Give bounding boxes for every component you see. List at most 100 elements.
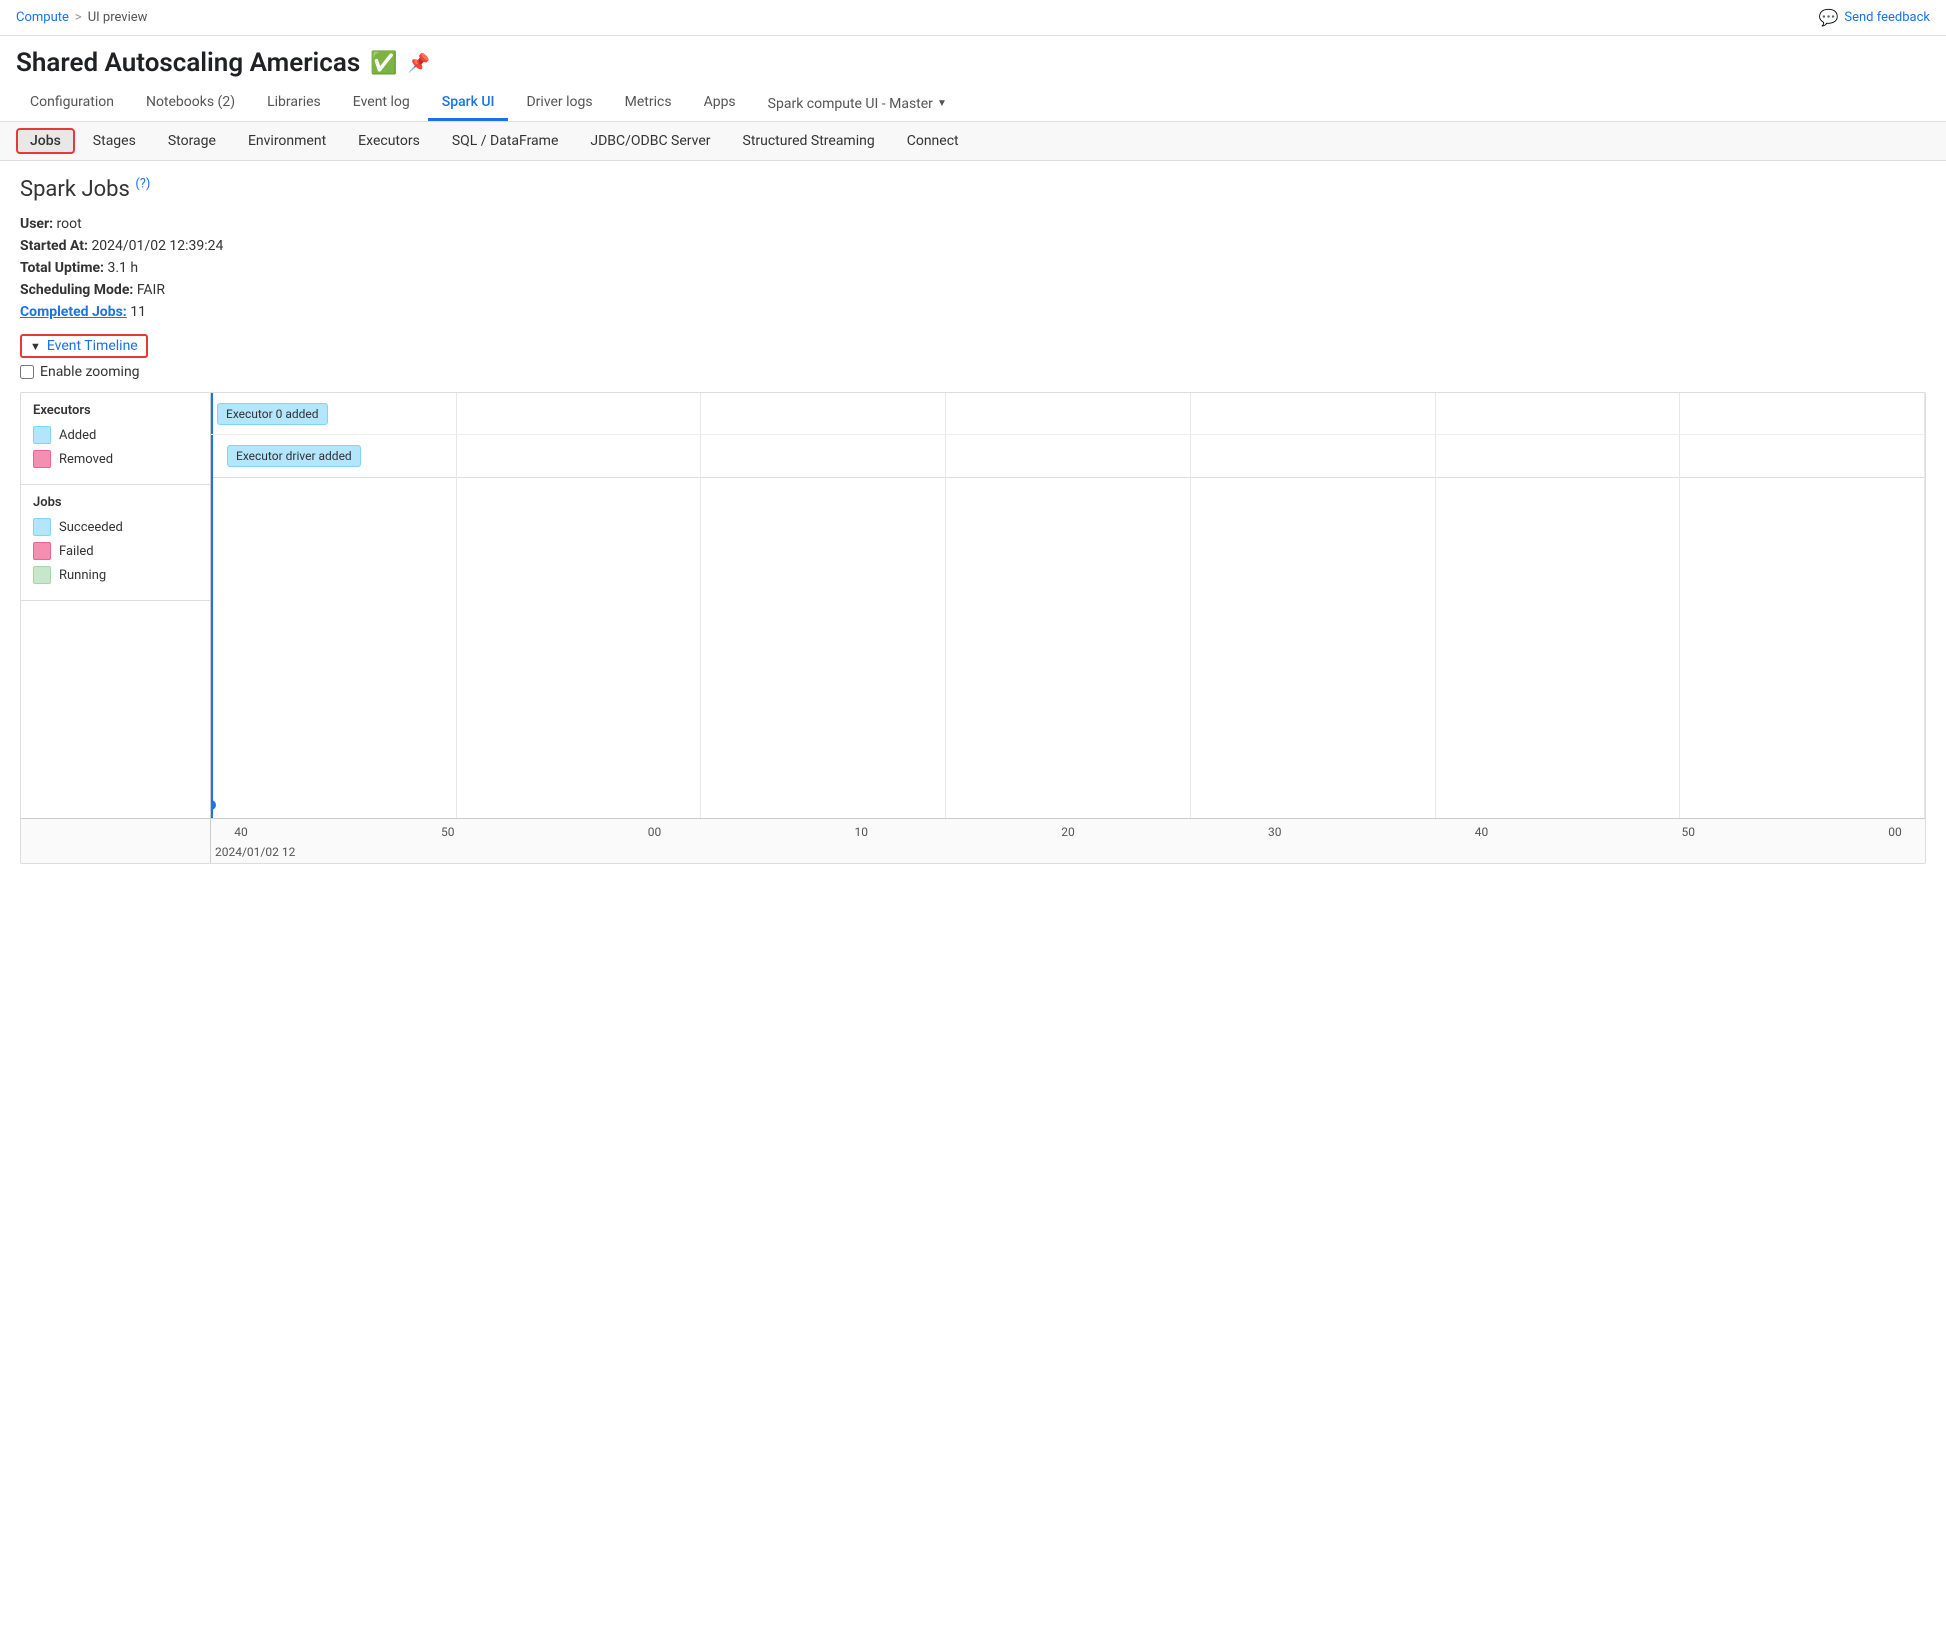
nav-tab-spark-ui[interactable]: Spark UI — [428, 86, 509, 121]
breadcrumb-bar: Compute > UI preview 💬 Send feedback — [0, 0, 1946, 36]
scheduling-value: FAIR — [137, 282, 165, 298]
legend-removed-color — [33, 450, 51, 468]
legend-running: Running — [33, 566, 198, 584]
timeline-axis: 40 50 00 10 20 30 40 50 00 2024/01/02 12 — [21, 818, 1925, 863]
started-label: Started At: — [20, 238, 88, 254]
spark-nav-jobs[interactable]: Jobs — [16, 128, 75, 154]
spark-nav-connect[interactable]: Connect — [893, 128, 973, 154]
jobs-grid-line-2 — [456, 478, 457, 818]
content-area: Spark Jobs (?) User: root Started At: 20… — [0, 161, 1946, 880]
uptime-info: Total Uptime: 3.1 h — [20, 260, 1926, 276]
nav-tab-driver-logs[interactable]: Driver logs — [512, 86, 606, 121]
send-feedback-link[interactable]: 💬 Send feedback — [1818, 8, 1930, 27]
pin-icon[interactable]: 📌 — [408, 53, 430, 74]
jobs-grid-line-6 — [1435, 478, 1436, 818]
page-title: Shared Autoscaling Americas — [16, 48, 360, 78]
completed-jobs-count-value: 11 — [130, 304, 146, 320]
legend-added-label: Added — [59, 428, 96, 443]
legend-succeeded: Succeeded — [33, 518, 198, 536]
axis-tick-7: 50 — [1658, 825, 1718, 839]
spark-jobs-section: Spark Jobs (?) — [20, 177, 1926, 202]
spark-nav-environment[interactable]: Environment — [234, 128, 340, 154]
timeline-dot — [211, 800, 216, 810]
nav-tab-libraries[interactable]: Libraries — [253, 86, 335, 121]
spark-nav-stages[interactable]: Stages — [79, 128, 150, 154]
page-header: Shared Autoscaling Americas ✅ 📌 — [0, 36, 1946, 86]
breadcrumb-separator: > — [75, 10, 82, 25]
jobs-grid-line-7 — [1679, 478, 1680, 818]
jobs-grid-line-8 — [1924, 478, 1925, 818]
spark-nav-executors[interactable]: Executors — [344, 128, 434, 154]
legend-added-color — [33, 426, 51, 444]
legend-removed-label: Removed — [59, 452, 113, 467]
spark-nav-structured-streaming[interactable]: Structured Streaming — [729, 128, 889, 154]
axis-tick-3: 10 — [831, 825, 891, 839]
nav-tab-metrics[interactable]: Metrics — [611, 86, 686, 121]
user-info: User: root — [20, 216, 1926, 232]
axis-tick-1: 50 — [418, 825, 478, 839]
jobs-grid-line-5 — [1190, 478, 1191, 818]
axis-tick-5: 30 — [1245, 825, 1305, 839]
axis-spacer — [21, 819, 211, 863]
help-tooltip-icon[interactable]: (?) — [135, 177, 150, 192]
scheduling-label: Scheduling Mode: — [20, 282, 133, 298]
legend-succeeded-label: Succeeded — [59, 520, 123, 535]
legend-failed-color — [33, 542, 51, 560]
axis-ticks-area: 40 50 00 10 20 30 40 50 00 2024/01/02 12 — [211, 819, 1925, 863]
jobs-rows — [211, 478, 1925, 818]
nav-tab-notebooks[interactable]: Notebooks (2) — [132, 86, 249, 121]
completed-jobs-link[interactable]: Completed Jobs: — [20, 304, 127, 320]
jobs-grid-line-3 — [700, 478, 701, 818]
axis-ticks: 40 50 00 10 20 30 40 50 00 — [211, 819, 1925, 845]
primary-nav: Configuration Notebooks (2) Libraries Ev… — [0, 86, 1946, 122]
timeline-content: Executor 0 added Executor driver added — [211, 393, 1925, 818]
legend-removed: Removed — [33, 450, 198, 468]
spark-jobs-title: Spark Jobs (?) — [20, 177, 150, 202]
spark-nav-jdbc-odbc[interactable]: JDBC/ODBC Server — [576, 128, 724, 154]
secondary-nav: Jobs Stages Storage Environment Executor… — [0, 122, 1946, 161]
started-at-info: Started At: 2024/01/02 12:39:24 — [20, 238, 1926, 254]
spark-nav-sql-dataframe[interactable]: SQL / DataFrame — [438, 128, 573, 154]
spark-compute-ui-dropdown[interactable]: Spark compute UI - Master ▼ — [754, 88, 961, 120]
executors-legend-title: Executors — [33, 403, 198, 418]
legend-running-color — [33, 566, 51, 584]
user-value: root — [57, 216, 82, 232]
executor-row-driver: Executor driver added — [211, 435, 1925, 477]
nav-tab-event-log[interactable]: Event log — [339, 86, 424, 121]
timeline-grid: Executors Added Removed Jobs Suc — [21, 393, 1925, 818]
executor-0-badge: Executor 0 added — [217, 403, 328, 425]
user-label: User: — [20, 216, 53, 232]
scheduling-mode-info: Scheduling Mode: FAIR — [20, 282, 1926, 298]
axis-date-label: 2024/01/02 12 — [211, 845, 1925, 863]
legend-succeeded-color — [33, 518, 51, 536]
enable-zooming-label: Enable zooming — [40, 364, 140, 380]
dropdown-caret-icon: ▼ — [937, 98, 947, 109]
axis-tick-2: 00 — [625, 825, 685, 839]
nav-tab-configuration[interactable]: Configuration — [16, 86, 128, 121]
spark-nav-storage[interactable]: Storage — [154, 128, 230, 154]
axis-tick-6: 40 — [1452, 825, 1512, 839]
jobs-legend-title: Jobs — [33, 495, 198, 510]
axis-tick-0: 40 — [211, 825, 271, 839]
event-timeline-caret-icon: ▼ — [30, 340, 41, 353]
enable-zooming-checkbox[interactable] — [20, 365, 34, 379]
axis-tick-4: 20 — [1038, 825, 1098, 839]
event-timeline-label: Event Timeline — [47, 338, 138, 354]
legend-running-label: Running — [59, 568, 106, 583]
legend-added: Added — [33, 426, 198, 444]
jobs-grid-lines — [211, 478, 1925, 818]
uptime-label: Total Uptime: — [20, 260, 104, 276]
executor-driver-badge: Executor driver added — [227, 445, 361, 467]
event-timeline-section: ▼ Event Timeline Enable zooming — [20, 334, 1926, 380]
event-timeline-toggle[interactable]: ▼ Event Timeline — [20, 334, 148, 358]
status-icon: ✅ — [370, 51, 397, 76]
breadcrumb-current: UI preview — [88, 10, 148, 25]
axis-tick-8: 00 — [1865, 825, 1925, 839]
breadcrumb-compute[interactable]: Compute — [16, 10, 69, 25]
jobs-grid-line-4 — [945, 478, 946, 818]
spark-compute-ui-label: Spark compute UI - Master — [768, 96, 933, 112]
legend-failed-label: Failed — [59, 544, 94, 559]
jobs-timeline-vertical-line — [211, 478, 213, 818]
nav-tab-apps[interactable]: Apps — [690, 86, 750, 121]
uptime-value: 3.1 h — [107, 260, 138, 276]
